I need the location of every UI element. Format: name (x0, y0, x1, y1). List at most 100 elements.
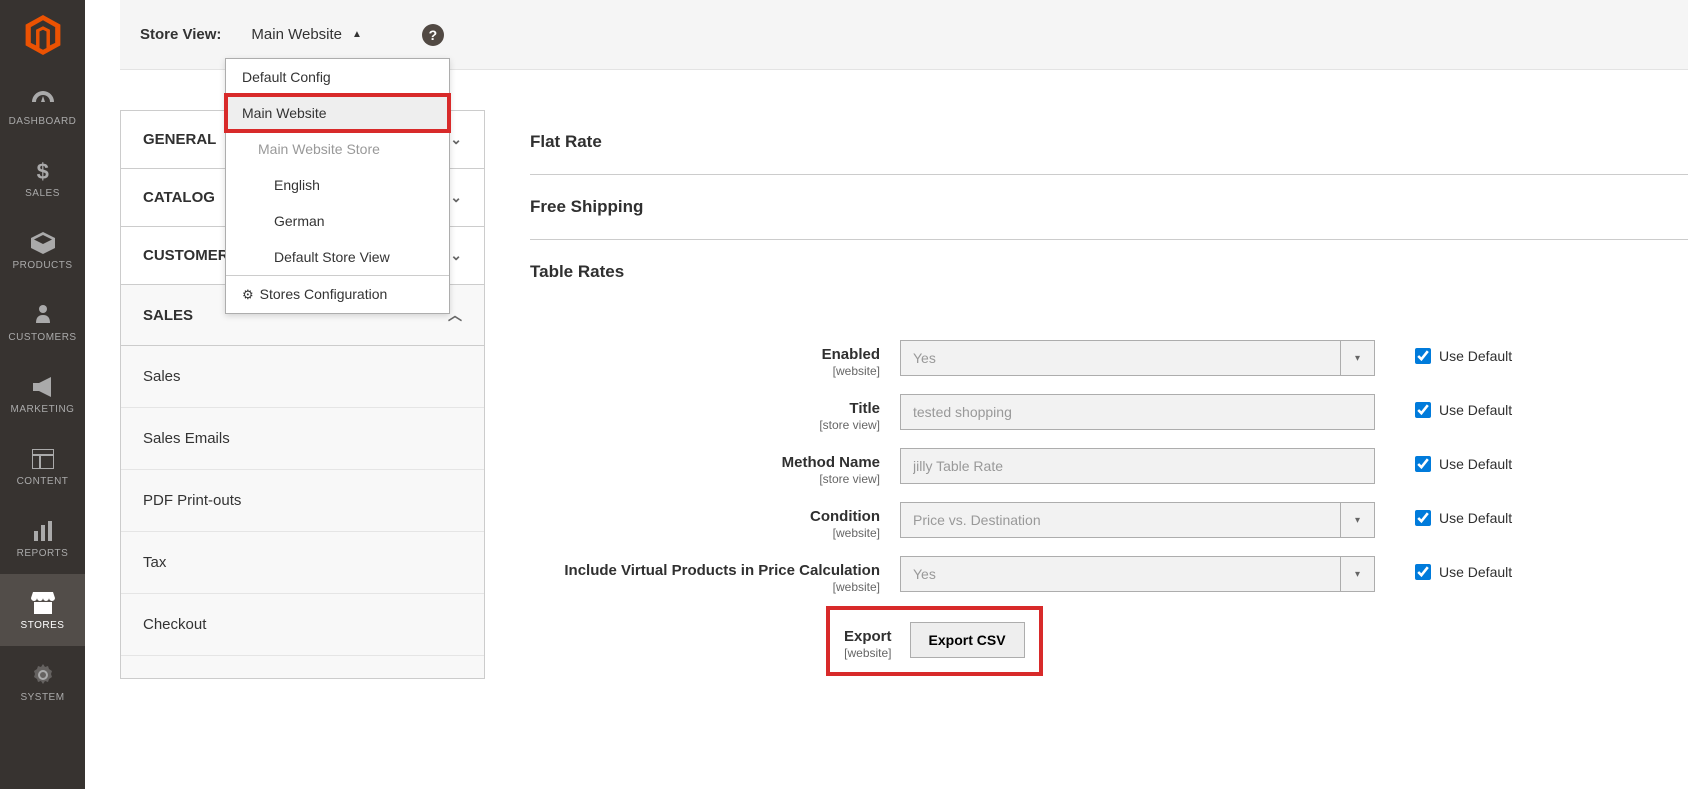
nav-reports-label: REPORTS (17, 548, 69, 559)
subitem-sales[interactable]: Sales (121, 346, 484, 408)
use-default-label: Use Default (1439, 402, 1512, 418)
row-condition: Condition[website] Price vs. Destination… (530, 502, 1688, 540)
nav-content-label: CONTENT (17, 476, 69, 487)
bars-icon (29, 518, 57, 544)
title-use-default-checkbox[interactable] (1415, 402, 1431, 418)
subitem-sales-emails[interactable]: Sales Emails (121, 408, 484, 470)
virtual-use-default-checkbox[interactable] (1415, 564, 1431, 580)
nav-customers[interactable]: CUSTOMERS (0, 286, 85, 358)
title-scope: [store view] (530, 418, 880, 432)
use-default-label: Use Default (1439, 510, 1512, 526)
section-table-rates[interactable]: Table Rates (530, 240, 1688, 304)
tab-catalog-label: CATALOG (143, 189, 215, 206)
condition-value: Price vs. Destination (913, 512, 1041, 528)
dd-german[interactable]: German (226, 203, 449, 239)
subitem-shipping-settings[interactable]: Shipping Settings (121, 656, 484, 679)
virtual-select: Yes ▾ (900, 556, 1375, 592)
store-icon (29, 590, 57, 616)
gear-icon (29, 662, 57, 688)
use-default-label: Use Default (1439, 348, 1512, 364)
section-flat-rate[interactable]: Flat Rate (530, 110, 1688, 175)
chevron-down-icon: ⌄ (450, 131, 462, 148)
method-use-default[interactable]: Use Default (1415, 448, 1512, 472)
admin-nav: DASHBOARD $ SALES PRODUCTS CUSTOMERS MAR… (0, 0, 85, 789)
virtual-value: Yes (913, 566, 936, 582)
svg-text:$: $ (36, 159, 49, 183)
dd-main-website-store: Main Website Store (226, 131, 449, 167)
tab-general-label: GENERAL (143, 131, 216, 148)
layout-icon (29, 446, 57, 472)
enabled-use-default-checkbox[interactable] (1415, 348, 1431, 364)
enabled-scope: [website] (530, 364, 880, 378)
help-icon[interactable]: ? (422, 24, 444, 46)
condition-use-default-checkbox[interactable] (1415, 510, 1431, 526)
subitem-pdf-printouts[interactable]: PDF Print-outs (121, 470, 484, 532)
nav-stores[interactable]: STORES (0, 574, 85, 646)
chevron-down-icon: ▾ (1340, 557, 1374, 591)
nav-reports[interactable]: REPORTS (0, 502, 85, 574)
gear-small-icon: ⚙ (242, 287, 254, 302)
nav-content[interactable]: CONTENT (0, 430, 85, 502)
nav-stores-label: STORES (21, 620, 65, 631)
row-virtual: Include Virtual Products in Price Calcul… (530, 556, 1688, 594)
nav-products[interactable]: PRODUCTS (0, 214, 85, 286)
virtual-use-default[interactable]: Use Default (1415, 556, 1512, 580)
magento-logo[interactable] (0, 0, 85, 70)
enabled-label: Enabled (822, 346, 880, 363)
nav-customers-label: CUSTOMERS (8, 332, 76, 343)
nav-dashboard-label: DASHBOARD (9, 116, 77, 127)
nav-dashboard[interactable]: DASHBOARD (0, 70, 85, 142)
enabled-value: Yes (913, 350, 936, 366)
enabled-select: Yes ▾ (900, 340, 1375, 376)
method-input (900, 448, 1375, 484)
store-view-dropdown: Default Config Main Website Main Website… (225, 58, 450, 314)
main-content: Flat Rate Free Shipping Table Rates Enab… (530, 110, 1688, 688)
export-scope: [website] (844, 646, 892, 660)
store-view-current: Main Website (251, 26, 342, 43)
nav-marketing-label: MARKETING (11, 404, 75, 415)
subitem-checkout[interactable]: Checkout (121, 594, 484, 656)
section-free-shipping[interactable]: Free Shipping (530, 175, 1688, 240)
method-use-default-checkbox[interactable] (1415, 456, 1431, 472)
person-icon (29, 302, 57, 328)
export-label: Export (844, 628, 892, 645)
nav-sales[interactable]: $ SALES (0, 142, 85, 214)
nav-marketing[interactable]: MARKETING (0, 358, 85, 430)
condition-scope: [website] (530, 526, 880, 540)
chevron-down-icon: ▾ (1340, 341, 1374, 375)
store-view-switcher[interactable]: Main Website ▲ (251, 26, 362, 43)
virtual-label: Include Virtual Products in Price Calcul… (564, 562, 880, 579)
condition-select: Price vs. Destination ▾ (900, 502, 1375, 538)
method-label: Method Name (782, 454, 880, 471)
dd-default-config[interactable]: Default Config (226, 59, 449, 95)
export-csv-button[interactable]: Export CSV (910, 622, 1025, 658)
dd-default-store-view[interactable]: Default Store View (226, 239, 449, 275)
nav-system-label: SYSTEM (20, 692, 64, 703)
enabled-use-default[interactable]: Use Default (1415, 340, 1512, 364)
gauge-icon (29, 86, 57, 112)
row-enabled: Enabled[website] Yes ▾ Use Default (530, 340, 1688, 378)
subitem-tax[interactable]: Tax (121, 532, 484, 594)
nav-sales-label: SALES (25, 188, 60, 199)
box-icon (29, 230, 57, 256)
chevron-down-icon: ⌄ (450, 247, 462, 264)
megaphone-icon (29, 374, 57, 400)
dd-main-website[interactable]: Main Website (226, 95, 449, 131)
dd-stores-configuration[interactable]: ⚙ Stores Configuration (226, 275, 449, 313)
title-use-default[interactable]: Use Default (1415, 394, 1512, 418)
title-label: Title (849, 400, 880, 417)
tab-sales-label: SALES (143, 307, 193, 324)
chevron-down-icon: ▾ (1340, 503, 1374, 537)
caret-up-icon: ▲ (352, 29, 362, 40)
dd-english[interactable]: English (226, 167, 449, 203)
nav-system[interactable]: SYSTEM (0, 646, 85, 718)
use-default-label: Use Default (1439, 456, 1512, 472)
export-highlight: Export[website] Export CSV (830, 610, 1039, 672)
title-input (900, 394, 1375, 430)
virtual-scope: [website] (530, 580, 880, 594)
condition-use-default[interactable]: Use Default (1415, 502, 1512, 526)
dd-stores-configuration-label: Stores Configuration (260, 286, 388, 302)
row-method: Method Name[store view] Use Default (530, 448, 1688, 486)
row-title: Title[store view] Use Default (530, 394, 1688, 432)
chevron-down-icon: ⌄ (450, 189, 462, 206)
